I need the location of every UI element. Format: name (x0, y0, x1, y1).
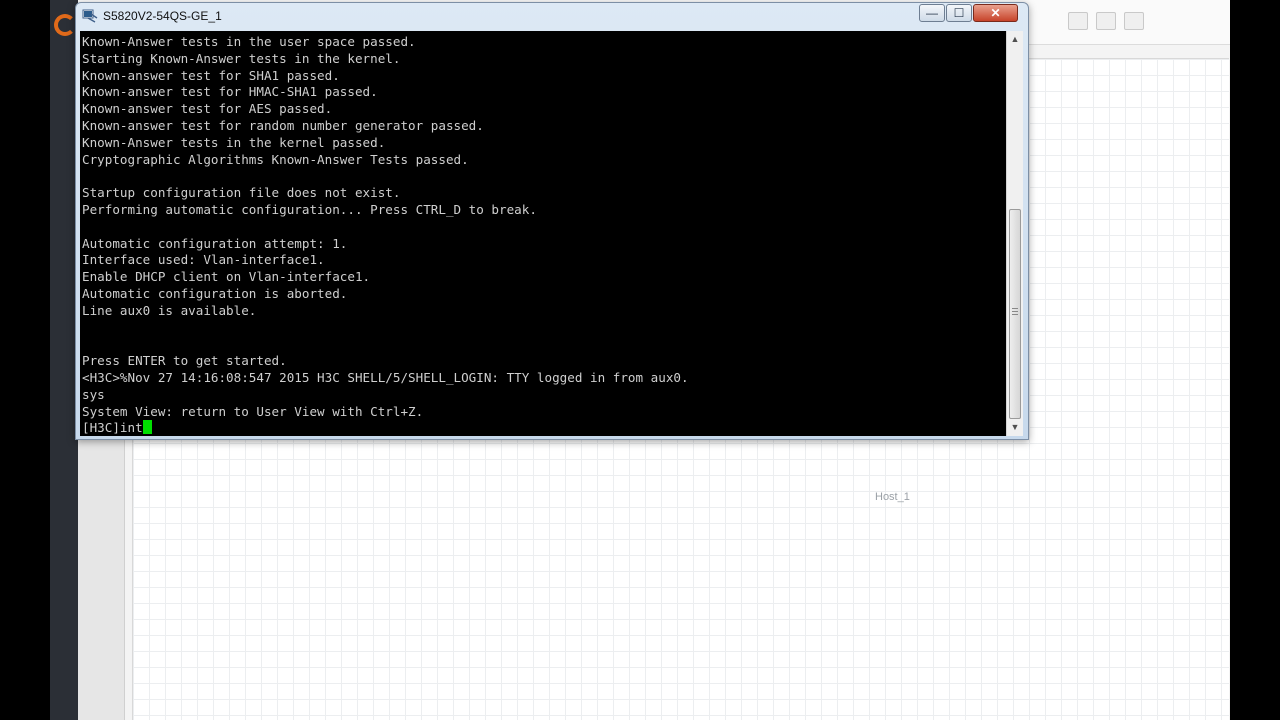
terminal-line: Automatic configuration is aborted. (82, 285, 348, 301)
scroll-up-arrow-icon[interactable]: ▲ (1007, 31, 1023, 48)
command-prompt-line[interactable]: [H3C]int (82, 420, 689, 436)
toolbar-tool-icon[interactable] (1096, 12, 1116, 30)
terminal-line: Starting Known-Answer tests in the kerne… (82, 50, 401, 66)
terminal-line: Known-answer test for AES passed. (82, 101, 333, 117)
terminal-line: Automatic configuration attempt: 1. (82, 235, 348, 251)
terminal-line: Known-Answer tests in the user space pas… (82, 34, 416, 49)
terminal-output: Known-Answer tests in the user space pas… (82, 34, 689, 436)
app-logo-icon (54, 14, 76, 36)
minimize-button[interactable]: — (919, 4, 945, 22)
terminal-line: Line aux0 is available. (82, 302, 257, 318)
terminal-screen[interactable]: Known-Answer tests in the user space pas… (80, 31, 1006, 436)
terminal-line: System View: return to User View with Ct… (82, 403, 424, 419)
maximize-button[interactable]: ☐ (946, 4, 972, 22)
terminal-line: <H3C>%Nov 27 14:16:08:547 2015 H3C SHELL… (82, 369, 689, 385)
terminal-window[interactable]: S5820V2-54QS-GE_1 — ☐ ✕ Known-Answer tes… (75, 2, 1029, 440)
toolbar-tool-icon[interactable] (1068, 12, 1088, 30)
terminal-line: Cryptographic Algorithms Known-Answer Te… (82, 151, 469, 167)
terminal-line: Known-Answer tests in the kernel passed. (82, 134, 386, 150)
terminal-line: Known-answer test for HMAC-SHA1 passed. (82, 84, 378, 100)
scrollbar-thumb[interactable] (1009, 209, 1021, 419)
window-titlebar[interactable]: S5820V2-54QS-GE_1 — ☐ ✕ (76, 3, 1028, 30)
text-cursor (142, 420, 152, 435)
terminal-line: Performing automatic configuration... Pr… (82, 201, 537, 217)
terminal-line: Interface used: Vlan-interface1. (82, 252, 325, 268)
app-sidebar (50, 0, 78, 720)
terminal-line: Known-answer test for random number gene… (82, 117, 484, 133)
toolbar-tool-icon[interactable] (1124, 12, 1144, 30)
terminal-line: Press ENTER to get started. (82, 353, 287, 369)
scrollbar-grip-icon (1012, 308, 1018, 315)
command-input-text[interactable]: [H3C]int (82, 420, 143, 435)
terminal-line: sys (82, 386, 105, 402)
close-button[interactable]: ✕ (973, 4, 1018, 22)
terminal-line: Startup configuration file does not exis… (82, 185, 401, 201)
vertical-scrollbar[interactable]: ▲ ▼ (1006, 31, 1023, 436)
terminal-line: Known-answer test for SHA1 passed. (82, 67, 340, 83)
window-title: S5820V2-54QS-GE_1 (103, 9, 222, 23)
terminal-app-icon (82, 9, 98, 23)
scroll-down-arrow-icon[interactable]: ▼ (1007, 419, 1023, 436)
device-node-label[interactable]: Host_1 (875, 491, 910, 503)
terminal-line: Enable DHCP client on Vlan-interface1. (82, 269, 371, 285)
